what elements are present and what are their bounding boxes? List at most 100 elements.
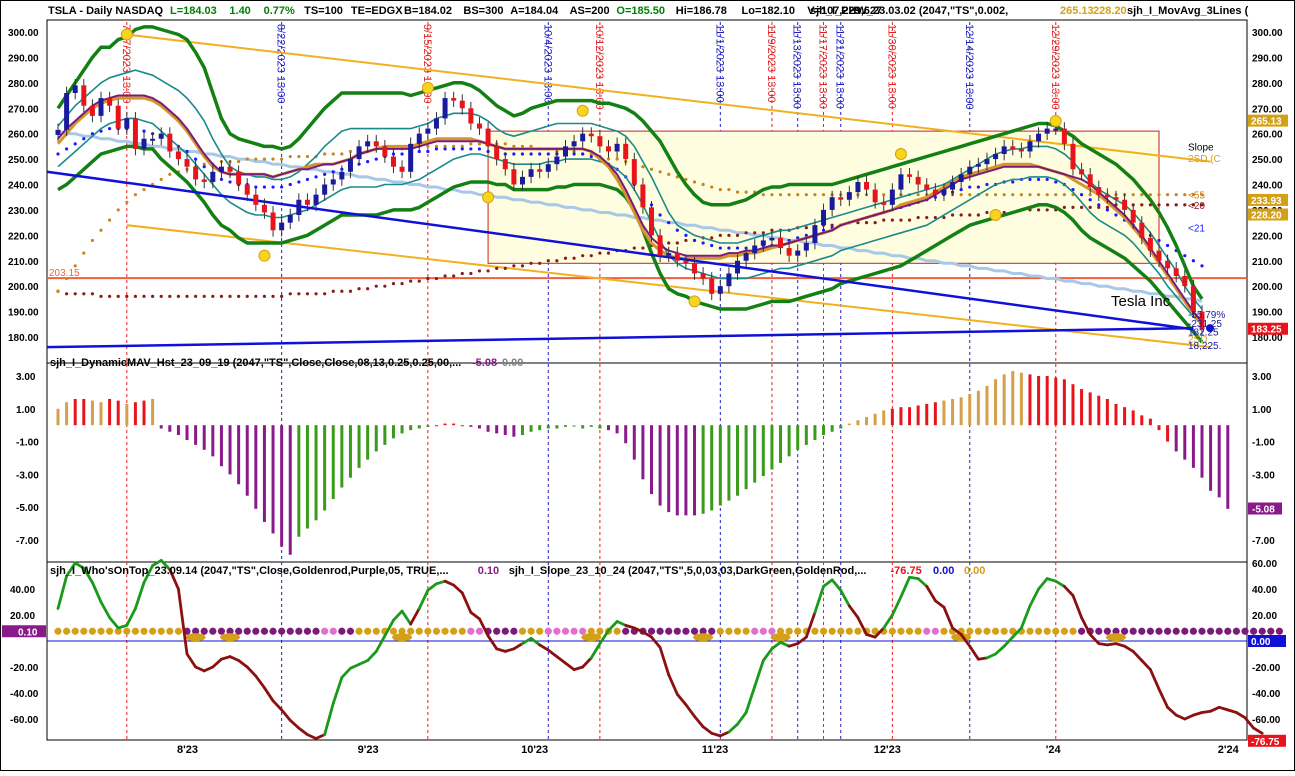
dots-blue-series-dot [417,149,421,154]
osc-state-dot [329,627,337,635]
dots-maroon-series-dot [185,294,189,298]
dots-gold-series-dot [348,149,353,154]
hist-bar [1166,425,1170,442]
osc-state-dot [97,627,105,635]
osc-state-dot [1026,627,1034,635]
candle-body [244,184,250,195]
candle-body [408,143,414,172]
osc-state-dot [235,627,243,635]
osc-right-tag: -76.75 [1251,737,1280,748]
hist-bar [1191,425,1195,468]
osc-state-dot [888,627,896,635]
hist-bar [736,425,740,496]
dots-maroon-series-dot [357,287,361,291]
side-label: Slope [1188,142,1214,153]
candle-body [236,171,242,185]
candle-body [72,85,78,93]
hist-bar [822,425,826,436]
dots-gold-series-dot [254,157,258,161]
osc-state-dot [991,627,1000,635]
candle-body [132,118,138,149]
candle-body [313,194,319,205]
dots-blue-series-dot [985,182,989,187]
dots-gold-series-dot [1131,193,1135,197]
candle-body [365,141,371,147]
candle-body [846,192,852,200]
dots-gold-series-dot [959,193,963,197]
dots-gold-series-dot [1002,193,1006,197]
hist-bar [99,402,103,426]
hist-bar [985,385,989,426]
hist-bar [1174,425,1178,452]
dots-maroon-series-dot [477,269,482,273]
osc-state-dot [751,627,759,635]
candle-body [304,199,310,205]
osc-state-dot [106,627,114,635]
osc-state-dot [923,627,931,635]
dots-gold-series-dot [73,264,77,268]
osc-state-dot [518,627,527,635]
dots-maroon-series-dot [340,289,344,293]
hist-bar [1028,374,1032,426]
dots-gold-series-dot [761,193,765,197]
dots-maroon-series-dot [323,292,327,296]
dots-maroon-series-dot [116,294,120,298]
dots-maroon-series-dot [727,233,731,237]
candle-body [494,146,500,160]
price-ytick-left: 270.00 [8,104,39,115]
hist-bar [159,425,163,429]
candle-body [769,237,775,241]
hist-bar [1226,425,1230,509]
dots-maroon-series-dot [409,279,413,283]
osc-state-dot [845,627,853,635]
price-ytick-left: 280.00 [8,79,39,90]
hist-bar [1088,392,1092,426]
osc-ytick-left: 40.00 [10,585,35,596]
side-label: 18,225. [1188,341,1221,352]
header-symbol: TSLA - Daily NASDAQ [48,5,164,17]
dots-maroon-series-dot [641,246,645,250]
osc-state-dot [647,627,656,635]
dots-gold-series-dot [1054,193,1058,197]
dots-maroon-series-dot [297,292,301,296]
osc-state-dot [131,627,140,635]
dots-maroon-series-dot [495,266,499,270]
osc-state-dot [1241,627,1249,635]
osc-state-dot [553,627,561,635]
osc-state-dot [1275,627,1284,635]
dots-maroon-series-dot [400,282,404,286]
osc-state-dot [1103,627,1111,635]
hist-bar [1183,425,1187,460]
dots-gold-series-dot [649,167,654,171]
candle-body [855,181,861,193]
dots-maroon-series-dot [82,292,86,296]
hist-bar [624,425,628,444]
hist-bar [245,425,249,496]
hist-bar [452,423,456,426]
hist-bar [477,425,481,429]
osc-state-dot [458,627,466,635]
dots-blue-series-dot [323,172,327,176]
dots-blue-series-dot [1165,243,1170,248]
osc-state-dot [1232,627,1241,635]
side-label: 2SD (C [1188,154,1221,165]
dots-gold-series-dot [701,182,705,187]
dots-blue-series-dot [581,152,585,156]
osc-state-dot [123,627,131,635]
hist-bar [546,425,550,429]
hist-bar [572,425,576,427]
dots-maroon-series-dot [426,276,430,281]
price-ytick-right: 210.00 [1252,257,1283,268]
dots-gold-series-dot [99,228,103,232]
hist-bar [357,425,361,468]
dots-blue-series-dot [305,177,310,182]
candle-body [1096,187,1102,195]
dots-blue-series-dot [219,177,224,182]
hist-bar [82,398,86,426]
hist-bar [916,405,920,426]
osc-state-dot [1198,627,1206,635]
dots-maroon-series-dot [882,218,886,222]
hist-bar [271,425,275,534]
price-value-tag: 228.20 [1251,210,1282,221]
dots-gold-series-dot [245,157,249,161]
